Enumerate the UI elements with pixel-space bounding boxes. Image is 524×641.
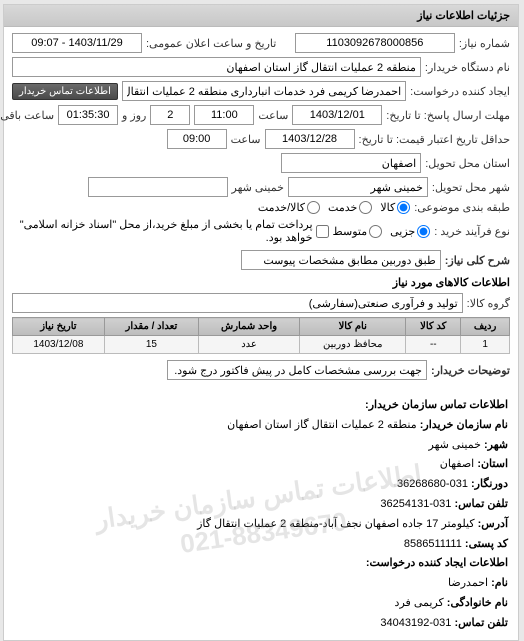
items-table: ردیف کد کالا نام کالا واحد شمارش تعداد /…: [13, 317, 511, 354]
radio-both[interactable]: کالا/خدمت: [259, 201, 321, 214]
ci-address: کیلومتر 17 جاده اصفهان نجف آباد-منطقه 2 …: [198, 518, 475, 530]
days-field[interactable]: [151, 105, 191, 125]
buyer-notes-field[interactable]: [168, 360, 428, 380]
ci-org-label: نام سازمان خریدار:: [421, 419, 509, 431]
group-label: گروه کالا:: [468, 297, 511, 310]
cell-name: محافظ دوربین: [301, 336, 407, 354]
need-number-label: شماره نیاز:: [460, 37, 511, 50]
ci-fax-label: دورنگار:: [472, 478, 509, 490]
purchase-type-label: نوع فرآیند خرید :: [435, 225, 511, 238]
validity-time-label: ساعت: [232, 133, 262, 146]
announce-field[interactable]: [13, 33, 143, 53]
city-field[interactable]: [289, 177, 429, 197]
ci-province-label: استان:: [478, 458, 509, 470]
validity-time-field[interactable]: [168, 129, 228, 149]
items-title: اطلاعات کالاهای مورد نیاز: [13, 276, 511, 289]
deadline-time-field[interactable]: [195, 105, 255, 125]
ci-family: کریمی فرد: [396, 597, 445, 609]
req-creator-title: اطلاعات ایجاد کننده درخواست:: [367, 557, 509, 569]
panel-header: جزئیات اطلاعات نیاز: [5, 5, 519, 27]
province-field[interactable]: [282, 153, 422, 173]
cell-idx: 1: [462, 336, 511, 354]
ci-province: اصفهان: [441, 458, 475, 470]
city2-label: خمینی شهر: [233, 181, 285, 194]
th-unit: واحد شمارش: [200, 318, 301, 336]
radio-service[interactable]: خدمت: [329, 201, 373, 214]
remain-time-field[interactable]: [59, 105, 119, 125]
ci-city-label: شهر:: [485, 439, 509, 451]
category-radio-group: کالا خدمت کالا/خدمت: [259, 201, 411, 214]
desc-label: شرح کلی نیاز:: [446, 254, 511, 267]
cell-unit: عدد: [200, 336, 301, 354]
th-date: تاریخ نیاز: [14, 318, 106, 336]
cell-qty: 15: [105, 336, 199, 354]
ci-phone-label: تلفن تماس:: [455, 498, 509, 510]
buyer-org-label: نام دستگاه خریدار:: [426, 61, 511, 74]
need-number-field[interactable]: [296, 33, 456, 53]
th-idx: ردیف: [462, 318, 511, 336]
cell-date: 1403/12/08: [14, 336, 106, 354]
ci-phone2-label: تلفن تماس:: [455, 617, 509, 629]
contact-info-block: اطلاعات تماس سازمان خریدار021-88349670 ا…: [5, 390, 519, 640]
ci-family-label: نام خانوادگی:: [448, 597, 509, 609]
buyer-org-field[interactable]: [13, 57, 422, 77]
ci-postal: 8586511111: [405, 538, 463, 550]
desc-field[interactable]: [242, 250, 442, 270]
table-header-row: ردیف کد کالا نام کالا واحد شمارش تعداد /…: [14, 318, 511, 336]
purchase-radio-group: جزیی متوسط: [334, 225, 432, 238]
details-panel: جزئیات اطلاعات نیاز شماره نیاز: تاریخ و …: [4, 4, 520, 641]
ci-org: منطقه 2 عملیات انتقال گاز استان اصفهان: [228, 419, 418, 431]
province-label: استان محل تحویل:: [426, 157, 511, 170]
ci-fax: 031-36268680: [398, 478, 469, 490]
buyer-notes-label: توضیحات خریدار:: [432, 364, 511, 377]
radio-goods[interactable]: کالا: [381, 201, 411, 214]
th-code: کد کالا: [407, 318, 462, 336]
deadline-label: مهلت ارسال پاسخ: تا تاریخ:: [387, 109, 511, 122]
form-area: شماره نیاز: تاریخ و ساعت اعلان عمومی: نا…: [5, 27, 519, 390]
cell-code: --: [407, 336, 462, 354]
city2-field[interactable]: [89, 177, 229, 197]
ci-postal-label: کد پستی:: [466, 538, 509, 550]
days-label: روز و: [123, 109, 147, 122]
validity-label: حداقل تاریخ اعتبار قیمت: تا تاریخ:: [360, 133, 511, 146]
requester-label: ایجاد کننده درخواست:: [411, 85, 511, 98]
deadline-time-label: ساعت: [259, 109, 289, 122]
validity-date-field[interactable]: [266, 129, 356, 149]
ci-city: خمینی شهر: [430, 439, 482, 451]
remain-label: ساعت باقی مانده: [0, 109, 55, 122]
ci-name: احمدرضا: [449, 577, 489, 589]
table-row[interactable]: 1 -- محافظ دوربین عدد 15 1403/12/08: [14, 336, 511, 354]
ci-address-label: آدرس:: [479, 518, 509, 530]
category-label: طبقه بندی موضوعی:: [415, 201, 511, 214]
treasury-checkbox[interactable]: پرداخت تمام یا بخشی از مبلغ خرید،از محل …: [13, 218, 330, 244]
city-label: شهر محل تحویل:: [433, 181, 511, 194]
ci-name-label: نام:: [492, 577, 509, 589]
radio-medium[interactable]: متوسط: [334, 225, 384, 238]
group-field[interactable]: [13, 293, 464, 313]
th-name: نام کالا: [301, 318, 407, 336]
announce-label: تاریخ و ساعت اعلان عمومی:: [147, 37, 277, 50]
contact-buyer-button[interactable]: اطلاعات تماس خریدار: [13, 83, 119, 100]
ci-phone2: 031-34043192: [381, 617, 452, 629]
th-qty: تعداد / مقدار: [105, 318, 199, 336]
requester-field[interactable]: [123, 81, 407, 101]
contact-title: اطلاعات تماس سازمان خریدار:: [366, 399, 509, 411]
deadline-date-field[interactable]: [293, 105, 383, 125]
ci-phone: 031-36254131: [381, 498, 452, 510]
radio-minor[interactable]: جزیی: [391, 225, 431, 238]
